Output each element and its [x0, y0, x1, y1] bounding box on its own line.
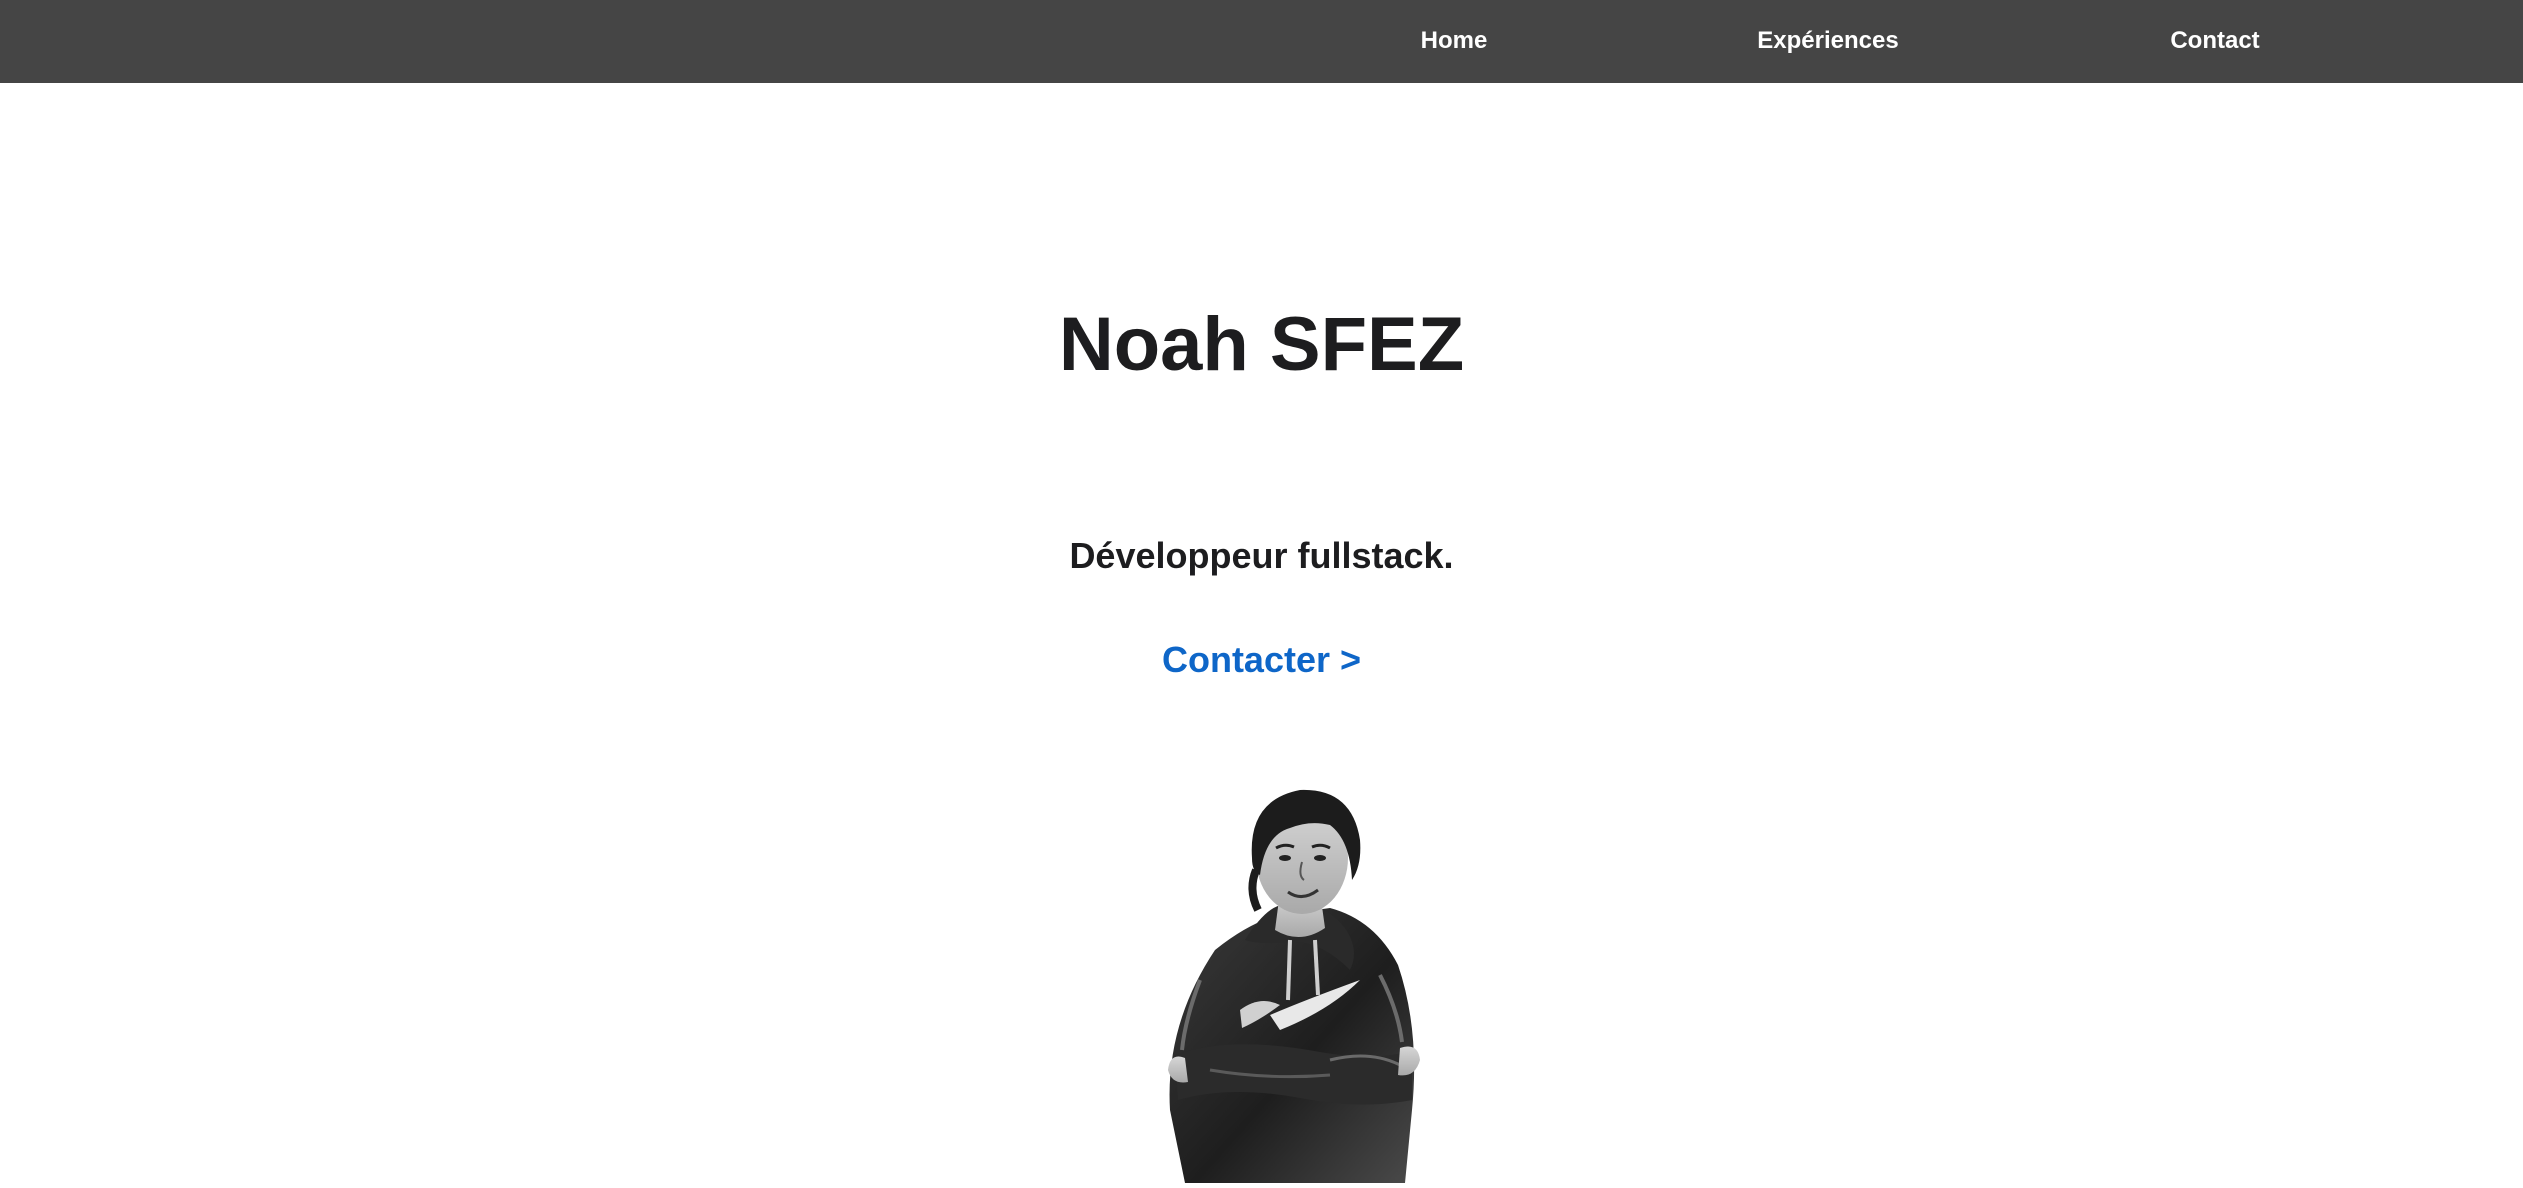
contact-cta-link[interactable]: Contacter > [1162, 639, 1361, 680]
top-nav-bar: Home Expériences Contact [0, 0, 2523, 83]
hero-title: Noah SFEZ [1058, 302, 1465, 387]
hero-cta-wrapper: Contacter > [0, 638, 2523, 682]
nav-home-link[interactable]: Home [1421, 0, 1488, 83]
nav-contact-link[interactable]: Contact [2170, 0, 2259, 83]
hero-subtitle: Développeur fullstack. [1069, 535, 1454, 576]
portrait-illustration [1130, 780, 1450, 1183]
nav-experiences-link[interactable]: Expériences [1757, 0, 1898, 83]
